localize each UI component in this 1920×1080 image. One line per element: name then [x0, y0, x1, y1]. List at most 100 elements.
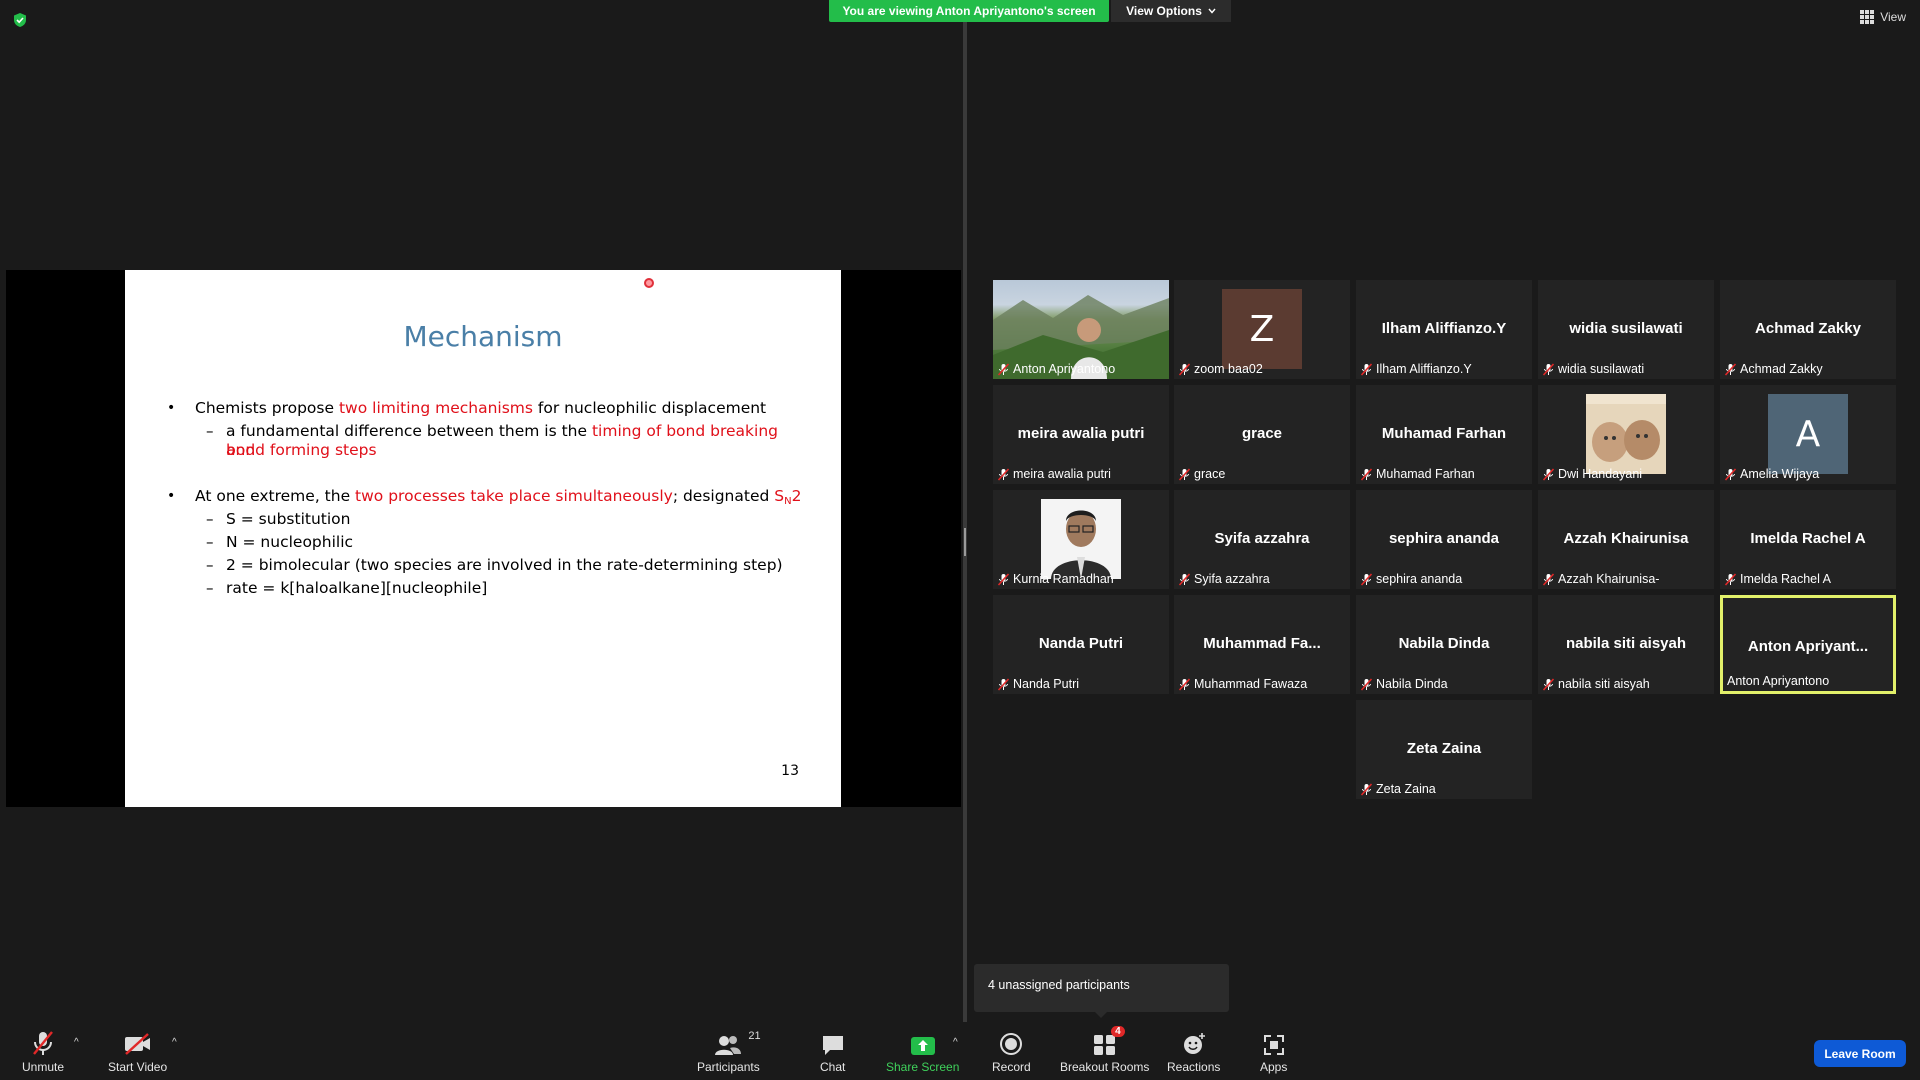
participant-tile[interactable]: Muhamad Farhan Muhamad Farhan	[1356, 385, 1532, 484]
video-off-icon	[123, 1030, 153, 1056]
participant-display-name: meira awalia putri	[1017, 425, 1145, 442]
apps-label: Apps	[1260, 1060, 1288, 1074]
breakout-rooms-icon: 4	[1093, 1026, 1125, 1056]
participant-tile[interactable]: Anton Apriyantono	[993, 280, 1169, 379]
share-options-caret[interactable]: ^	[953, 1037, 958, 1048]
sub-bullet-5: rate = k[haloalkane][nucleophile]	[226, 579, 488, 597]
participant-label-text: Nanda Putri	[1013, 677, 1080, 691]
participant-name-label: Syifa azzahra	[1178, 572, 1270, 586]
chat-button[interactable]: Chat	[820, 1030, 845, 1074]
participant-tile[interactable]: Azzah Khairunisa Azzah Khairunisa-	[1538, 490, 1714, 589]
view-options-label: View Options	[1126, 4, 1202, 18]
sub-bullet-marker: –	[206, 579, 214, 597]
reactions-smiley-icon	[1182, 1030, 1206, 1056]
participant-tile[interactable]: Anton Apriyant... Anton Apriyantono	[1720, 595, 1896, 694]
participant-label-text: widia susilawati	[1558, 362, 1645, 376]
participant-name-label: zoom baa02	[1178, 362, 1263, 376]
slide-page-number: 13	[781, 763, 799, 779]
participant-tile[interactable]: widia susilawati widia susilawati	[1538, 280, 1714, 379]
muted-mic-icon	[1360, 467, 1373, 481]
participant-tile[interactable]: nabila siti aisyah nabila siti aisyah	[1538, 595, 1714, 694]
participant-tile[interactable]: Muhammad Fa... Muhammad Fawaza	[1174, 595, 1350, 694]
participant-name-label: Nabila Dinda	[1360, 677, 1448, 691]
participant-display-name: Anton Apriyant...	[1747, 638, 1869, 655]
security-shield-icon[interactable]	[12, 12, 28, 28]
participant-tile[interactable]: meira awalia putri meira awalia putri	[993, 385, 1169, 484]
participant-name-label: Ilham Aliffianzo.Y	[1360, 362, 1472, 376]
video-options-caret[interactable]: ^	[172, 1037, 177, 1048]
participant-display-name: nabila siti aisyah	[1565, 635, 1687, 652]
participant-tile[interactable]: Zeta Zaina Zeta Zaina	[1356, 700, 1532, 799]
participant-photo	[1041, 499, 1121, 579]
participant-display-name: Muhamad Farhan	[1381, 425, 1507, 442]
participant-name-label: Achmad Zakky	[1724, 362, 1823, 376]
participant-tile[interactable]: Ilham Aliffianzo.Y Ilham Aliffianzo.Y	[1356, 280, 1532, 379]
participant-name-label: Kurnia Ramadhan	[997, 572, 1114, 586]
share-screen-button[interactable]: Share Screen	[886, 1030, 959, 1074]
muted-mic-icon	[997, 362, 1010, 376]
muted-mic-icon	[1178, 467, 1191, 481]
participant-label-text: Kurnia Ramadhan	[1013, 572, 1114, 586]
participant-label-text: Anton Apriyantono	[1727, 674, 1830, 688]
record-label: Record	[992, 1060, 1031, 1074]
muted-mic-icon	[1360, 782, 1373, 796]
participant-name-label: Muhammad Fawaza	[1178, 677, 1307, 691]
sub-bullet-3: N = nucleophilic	[226, 533, 354, 551]
bullet-2-text-mid: ; designated	[672, 487, 775, 505]
participant-display-name: Imelda Rachel A	[1750, 530, 1866, 547]
participant-display-name: Syifa azzahra	[1214, 530, 1310, 547]
unmute-label: Unmute	[22, 1060, 65, 1074]
participant-tile[interactable]: Nanda Putri Nanda Putri	[993, 595, 1169, 694]
sub-bullet-4: 2 = bimolecular (two species are involve…	[226, 556, 783, 574]
muted-mic-icon	[997, 572, 1010, 586]
participant-name-label: nabila siti aisyah	[1542, 677, 1650, 691]
split-handle[interactable]	[964, 528, 966, 556]
apps-button[interactable]: Apps	[1260, 1030, 1287, 1074]
participant-tile[interactable]: Nabila Dinda Nabila Dinda	[1356, 595, 1532, 694]
participant-label-text: Muhamad Farhan	[1376, 467, 1475, 481]
muted-mic-icon	[1724, 467, 1737, 481]
participant-tile[interactable]: Dwi Handayani	[1538, 385, 1714, 484]
view-button[interactable]: View	[1860, 10, 1906, 24]
bullet-1-highlight: two limiting mechanisms	[338, 399, 533, 417]
muted-mic-icon	[1178, 362, 1191, 376]
leave-room-button[interactable]: Leave Room	[1814, 1040, 1906, 1067]
participant-tile[interactable]: A Amelia Wijaya	[1720, 385, 1896, 484]
sub-bullet-marker: –	[206, 422, 214, 440]
record-button[interactable]: Record	[992, 1030, 1031, 1074]
participant-tile[interactable]: Imelda Rachel A Imelda Rachel A	[1720, 490, 1896, 589]
view-options-button[interactable]: View Options	[1111, 0, 1231, 22]
share-screen-label: Share Screen	[886, 1060, 960, 1074]
laser-pointer	[644, 278, 654, 288]
participant-display-name: widia susilawati	[1569, 320, 1683, 337]
chevron-down-icon	[1208, 8, 1216, 14]
participant-label-text: Nabila Dinda	[1376, 677, 1448, 691]
breakout-rooms-button[interactable]: 4 Breakout Rooms	[1060, 1026, 1150, 1074]
reactions-label: Reactions	[1167, 1060, 1221, 1074]
participant-display-name: Muhammad Fa...	[1203, 635, 1321, 652]
participant-label-text: Amelia Wijaya	[1740, 467, 1820, 481]
sn-subscript: N	[784, 496, 792, 507]
audio-options-caret[interactable]: ^	[74, 1037, 79, 1048]
participant-tile[interactable]: grace grace	[1174, 385, 1350, 484]
bullet-1-text-end: for nucleophilic displacement	[532, 399, 767, 417]
participant-label-text: Imelda Rachel A	[1740, 572, 1832, 586]
participants-button[interactable]: 21 Participants	[697, 1030, 761, 1074]
record-icon	[999, 1030, 1023, 1056]
participant-tile[interactable]: sephira ananda sephira ananda	[1356, 490, 1532, 589]
chat-icon	[821, 1030, 845, 1056]
reactions-button[interactable]: Reactions	[1167, 1030, 1220, 1074]
participant-label-text: Zeta Zaina	[1376, 782, 1436, 796]
participant-name-label: sephira ananda	[1360, 572, 1462, 586]
participant-tile[interactable]: Kurnia Ramadhan	[993, 490, 1169, 589]
sub-bullet-marker: –	[206, 533, 214, 551]
breakout-rooms-label: Breakout Rooms	[1060, 1060, 1150, 1074]
participant-label-text: sephira ananda	[1376, 572, 1463, 586]
participant-tile[interactable]: Syifa azzahra Syifa azzahra	[1174, 490, 1350, 589]
participant-tile[interactable]: Achmad Zakky Achmad Zakky	[1720, 280, 1896, 379]
start-video-button[interactable]: Start Video	[108, 1030, 167, 1074]
participant-tile[interactable]: Zzoom baa02	[1174, 280, 1350, 379]
split-divider[interactable]	[963, 22, 967, 1022]
unmute-button[interactable]: Unmute	[22, 1030, 64, 1074]
shared-screen[interactable]: Mechanism • Chemists propose two limitin…	[6, 270, 961, 807]
